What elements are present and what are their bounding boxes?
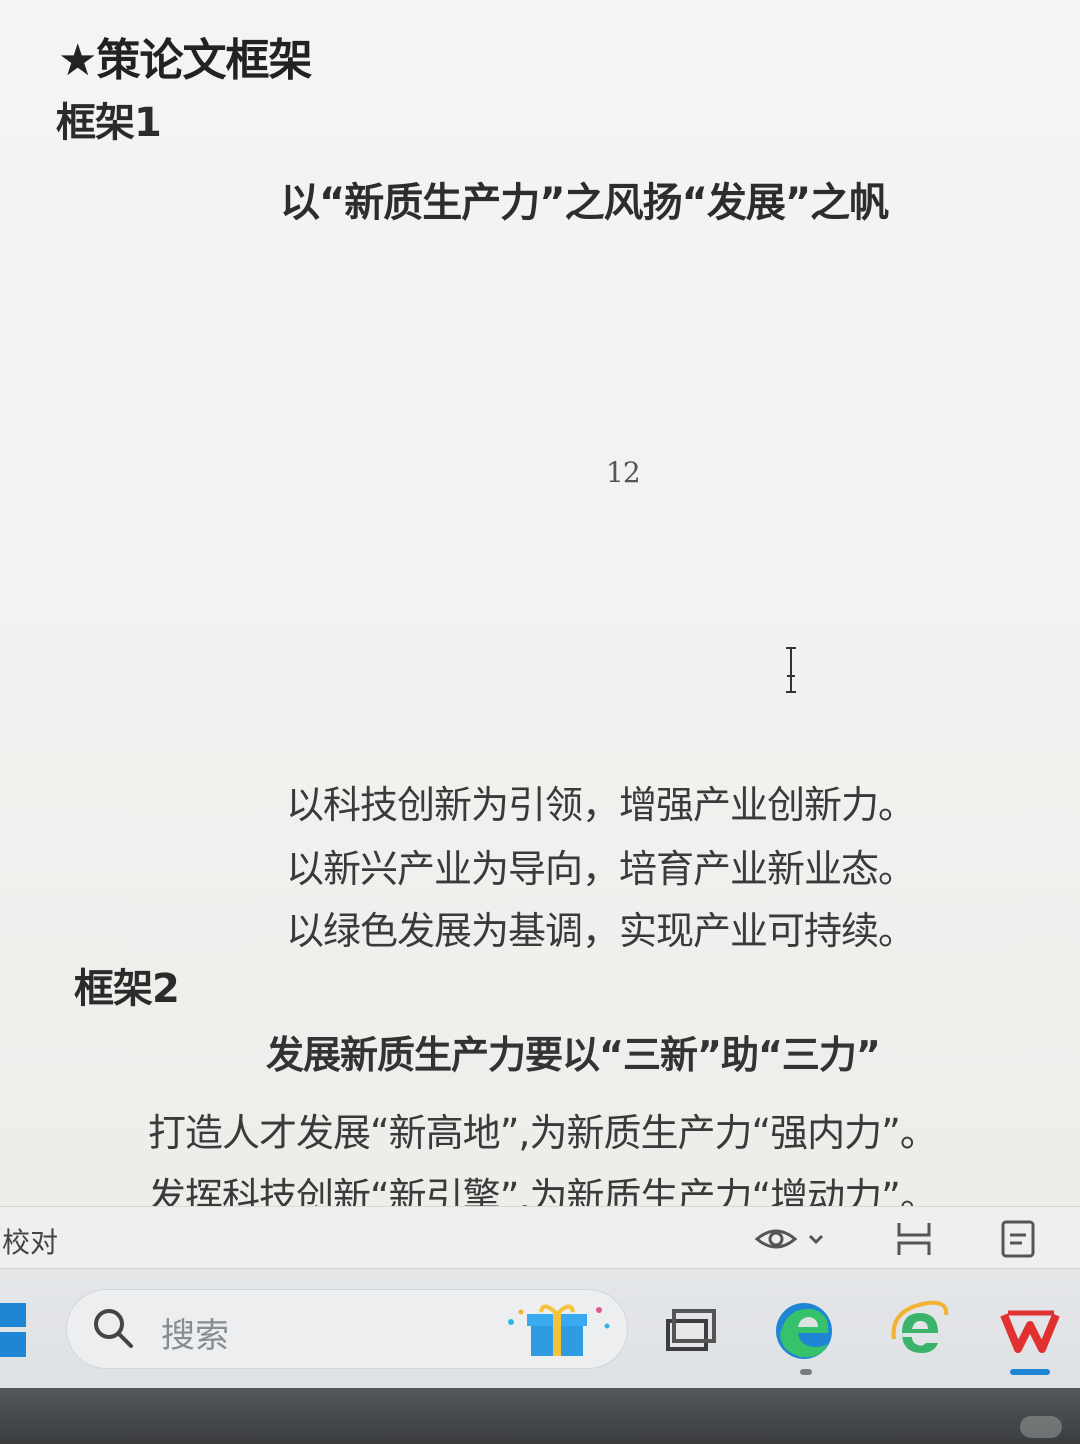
edge-icon[interactable]	[772, 1299, 836, 1363]
gift-icon[interactable]	[503, 1300, 615, 1360]
wps-active-indicator	[1010, 1369, 1050, 1375]
taskbar: 搜索	[0, 1268, 1080, 1389]
frame1-line: 以新兴产业为导向，培育产业新业态。	[286, 847, 916, 891]
status-bar: 校对	[0, 1206, 1080, 1269]
page-number: 12	[606, 456, 641, 489]
page-width-icon[interactable]	[894, 1219, 934, 1259]
windows-start-icon[interactable]	[0, 1303, 26, 1357]
taskbar-search-box[interactable]: 搜索	[66, 1289, 628, 1369]
frame1-line: 以绿色发展为基调，实现产业可持续。	[286, 909, 916, 953]
frame2-line: 发挥科技创新“新引擎”,为新质生产力“增动力”。	[148, 1175, 938, 1206]
task-view-icon[interactable]	[656, 1299, 720, 1363]
edge-running-indicator	[800, 1369, 812, 1375]
frame2-label: 框架2	[74, 966, 180, 1012]
frame1-title: 以“新质生产力”之风扬“发展”之帆	[280, 180, 889, 226]
search-placeholder: 搜索	[161, 1316, 229, 1356]
text-cursor-icon	[786, 647, 796, 693]
proofread-button[interactable]: 校对	[2, 1221, 58, 1261]
ie-icon[interactable]	[888, 1299, 952, 1363]
eye-icon[interactable]	[754, 1219, 798, 1259]
frame1-line: 以科技创新为引领，增强产业创新力。	[286, 783, 916, 827]
document-view-icon[interactable]	[1000, 1219, 1036, 1259]
wps-icon[interactable]	[998, 1299, 1062, 1363]
screen-bezel	[0, 1388, 1080, 1444]
frame2-title: 发展新质生产力要以“三新”助“三力”	[266, 1033, 881, 1077]
document-canvas[interactable]: ★策论文框架 框架1 以“新质生产力”之风扬“发展”之帆 12 以科技创新为引领…	[0, 0, 1080, 1206]
document-heading: ★策论文框架	[58, 35, 312, 86]
chevron-down-icon[interactable]	[806, 1219, 826, 1259]
watermark-logo	[1020, 1416, 1062, 1438]
frame2-line: 打造人才发展“新高地”,为新质生产力“强内力”。	[148, 1111, 938, 1155]
search-icon	[94, 1309, 133, 1348]
frame1-label: 框架1	[56, 100, 162, 146]
